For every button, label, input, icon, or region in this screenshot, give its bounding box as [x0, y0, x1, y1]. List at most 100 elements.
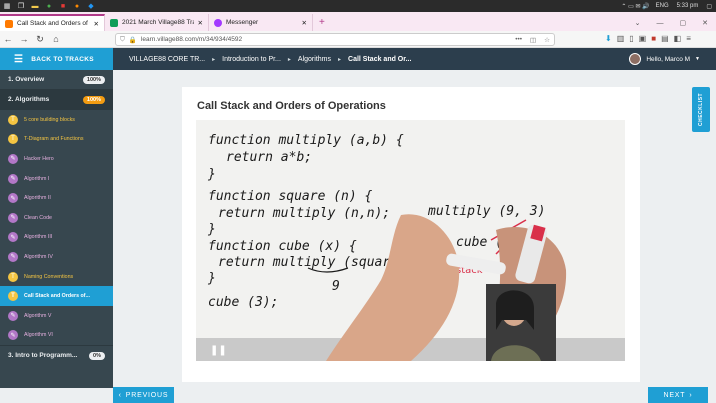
sidebar-item-algorithm-5[interactable]: ✎ Algorithm V [0, 306, 113, 326]
window-close-icon[interactable]: ✕ [702, 19, 708, 27]
tab-call-stack[interactable]: Call Stack and Orders of Op... ✕ [0, 14, 105, 31]
sidebar-item-label: Algorithm V [24, 312, 52, 319]
breadcrumb-separator-icon: ▸ [338, 56, 342, 63]
extension-icon[interactable]: ▣ [639, 34, 647, 43]
tab-messenger[interactable]: Messenger ✕ [209, 14, 313, 31]
forward-icon[interactable]: → [16, 34, 32, 44]
sidebar-item-core-building-blocks[interactable]: T 5 core building blocks [0, 110, 113, 130]
hamburger-icon: ☰ [14, 53, 24, 65]
breadcrumb-track[interactable]: VILLAGE88 CORE TR... [129, 56, 205, 63]
board-line-9: } [207, 271, 216, 286]
home-icon[interactable]: ⌂ [48, 34, 64, 44]
app-icon[interactable]: ■ [56, 0, 70, 12]
sidebar-item-clean-code[interactable]: ✎ Clean Code [0, 208, 113, 228]
breadcrumb-separator-icon: ▸ [287, 56, 291, 63]
user-greeting: Hello, Marco M [646, 55, 691, 63]
sidebar-item-hacker-hero[interactable]: ✎ Hacker Hero [0, 149, 113, 169]
tab-list-icon[interactable]: ⌄ [635, 19, 641, 27]
sidebar-item-algorithm-6[interactable]: ✎ Algorithm VI [0, 326, 113, 346]
next-button[interactable]: NEXT › [648, 387, 708, 403]
breadcrumb-lesson: Call Stack and Or... [348, 55, 412, 63]
board-line-2: return a*b; [226, 150, 312, 165]
video-frame: function multiply (a,b) { return a*b; } … [196, 120, 625, 361]
text-lesson-icon: T [8, 271, 18, 282]
extension-icon[interactable]: ◧ [674, 34, 682, 43]
board-line-3: } [207, 167, 216, 182]
firefox-icon[interactable]: ● [70, 0, 84, 12]
tab-training[interactable]: 2021 March Village88 Training... ✕ [105, 14, 209, 31]
clock[interactable]: 5:33 pm [677, 3, 699, 9]
library-icon[interactable]: ▥ [617, 34, 625, 43]
sheets-favicon-icon [110, 18, 118, 27]
back-icon[interactable]: ← [0, 34, 16, 44]
board-note-multiply: multiply (9, 3) [427, 204, 545, 219]
lesson-video[interactable]: function multiply (a,b) { return a*b; } … [196, 120, 625, 361]
sidebar-item-label: Hacker Hero [24, 155, 54, 162]
sidebar-item-label: Algorithm I [24, 175, 50, 182]
notification-icon[interactable]: ▢ [706, 3, 712, 10]
browser-tab-strip: Call Stack and Orders of Op... ✕ 2021 Ma… [0, 12, 716, 31]
back-to-tracks-button[interactable]: ☰ BACK TO TRACKS [0, 48, 113, 70]
sidebar-item-label: Algorithm II [24, 195, 51, 202]
board-line-7: function cube (x) { [208, 239, 357, 254]
page-actions-icon[interactable]: ••• [515, 36, 522, 43]
sidebar-section-intro[interactable]: 3. Intro to Programm... 0% [0, 345, 113, 365]
tray-icons[interactable]: ⌃ ▭ ✉ 🔊 [621, 3, 649, 10]
play-icon[interactable]: ❚❚ [210, 345, 227, 356]
pocket-icon[interactable]: ◫ [530, 36, 536, 44]
minimize-icon[interactable]: — [657, 20, 664, 27]
vscode-icon[interactable]: ◆ [84, 0, 98, 12]
chrome-icon[interactable]: ● [42, 0, 56, 12]
sidebar-item-algorithm-2[interactable]: ✎ Algorithm II [0, 188, 113, 208]
file-explorer-icon[interactable]: ▬ [28, 0, 42, 12]
sidebar-item-label: Naming Conventions [24, 273, 74, 280]
taskview-icon[interactable]: ❐ [14, 0, 28, 12]
sidebar-section-algorithms[interactable]: 2. Algorithms 100% [0, 90, 113, 110]
sidebar-section-overview[interactable]: 1. Overview 100% [0, 70, 113, 90]
text-lesson-icon: T [8, 114, 18, 125]
sidebar-item-algorithm-4[interactable]: ✎ Algorithm IV [0, 247, 113, 267]
url-bar[interactable]: ⛉ 🔒 learn.village88.com/m/34/934/4592 ••… [115, 33, 555, 46]
menu-icon[interactable]: ≡ [686, 34, 691, 43]
breadcrumb: VILLAGE88 CORE TR... ▸ Introduction to P… [113, 56, 411, 63]
tab-close-icon[interactable]: ✕ [302, 19, 307, 27]
messenger-favicon-icon [214, 18, 222, 27]
tab-label: Call Stack and Orders of Op... [17, 20, 90, 27]
sidebar-item-t-diagram[interactable]: T T-Diagram and Functions [0, 130, 113, 150]
text-lesson-icon: T [8, 134, 18, 145]
sidebar-item-label: Algorithm IV [24, 253, 53, 260]
bookmark-star-icon[interactable]: ☆ [544, 36, 550, 44]
tab-label: Messenger [226, 19, 259, 26]
user-menu[interactable]: Hello, Marco M ▼ [629, 53, 700, 65]
sidebar-item-label: Algorithm III [24, 234, 53, 241]
checklist-tab[interactable]: CHECKLIST [692, 87, 710, 132]
sidebar-item-algorithm-3[interactable]: ✎ Algorithm III [0, 228, 113, 248]
maximize-icon[interactable]: ▢ [680, 19, 687, 27]
tab-close-icon[interactable]: ✕ [94, 20, 99, 28]
new-tab-button[interactable]: + [313, 14, 331, 31]
download-icon[interactable]: ⬇ [605, 34, 612, 43]
previous-button[interactable]: ‹ PREVIOUS [113, 387, 174, 403]
pencil-icon: ✎ [8, 310, 18, 321]
shield-icon: ⛉ [120, 35, 125, 43]
footer-bar [0, 388, 716, 403]
sidebar-item-call-stack[interactable]: T Call Stack and Orders of... [0, 286, 113, 306]
sidebar-item-label: Algorithm VI [24, 332, 53, 339]
sidebar-item-algorithm-1[interactable]: ✎ Algorithm I [0, 169, 113, 189]
sidebar-item-naming-conventions[interactable]: T Naming Conventions [0, 267, 113, 287]
breadcrumb-chapter[interactable]: Algorithms [298, 56, 331, 63]
breadcrumb-course[interactable]: Introduction to Pr... [222, 56, 281, 63]
pencil-icon: ✎ [8, 193, 18, 204]
chevron-right-icon: › [689, 391, 693, 399]
tab-close-icon[interactable]: ✕ [198, 19, 203, 27]
language-indicator[interactable]: ENG [656, 3, 669, 9]
breadcrumb-separator-icon: ▸ [212, 56, 216, 63]
app-header: ☰ BACK TO TRACKS VILLAGE88 CORE TR... ▸ … [0, 48, 716, 70]
start-icon[interactable]: ▦ [0, 0, 14, 12]
pencil-icon: ✎ [8, 173, 18, 184]
extension-icon[interactable]: ▤ [661, 34, 669, 43]
reload-icon[interactable]: ↻ [32, 34, 48, 45]
sidebar-icon[interactable]: ▯ [629, 34, 633, 43]
extension-icon[interactable]: ■ [651, 34, 656, 43]
progress-badge: 0% [89, 351, 105, 360]
